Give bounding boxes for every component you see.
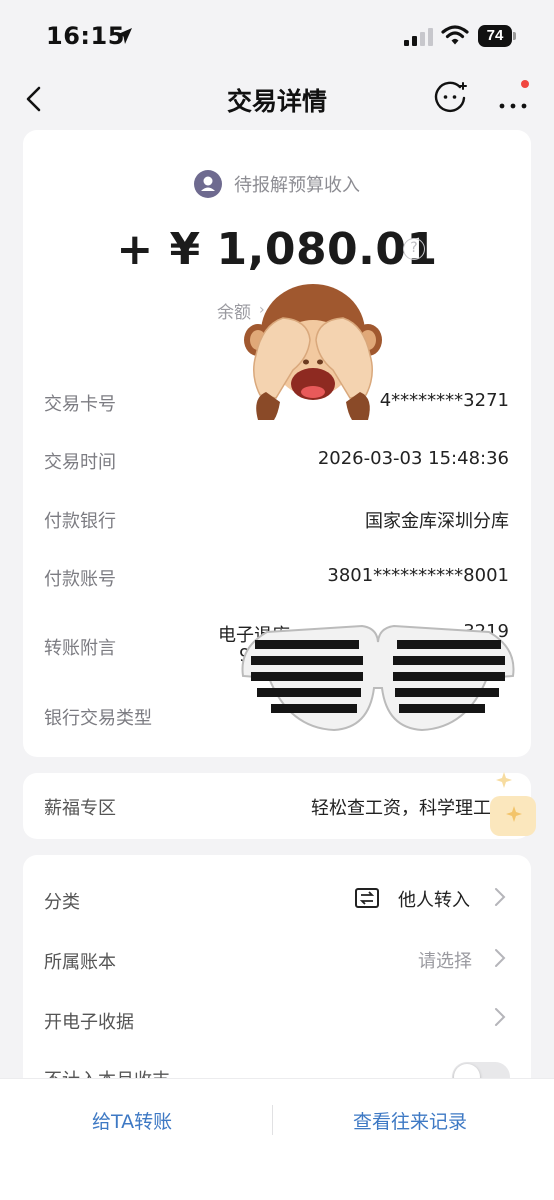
transfer-note-label: 转账附言	[44, 638, 116, 659]
salary-zone-label: 薪福专区	[44, 798, 116, 819]
cellular-signal-icon	[404, 28, 433, 46]
navigation-bar: 交易详情	[0, 70, 554, 128]
card-number-value: 4********3271	[379, 390, 509, 411]
payer-account-label: 付款账号	[44, 569, 116, 590]
battery-level: 74	[478, 25, 512, 47]
status-text: 待报解预算收入	[234, 175, 360, 196]
status-bar: 16:15 74	[0, 0, 554, 70]
notification-dot	[521, 80, 529, 88]
card-number-label: 交易卡号	[44, 394, 116, 415]
person-icon	[201, 176, 215, 191]
transfer-to-payee-button[interactable]: 给TA转账	[92, 1107, 172, 1134]
payer-bank-value: 国家金库深圳分库	[365, 511, 509, 532]
bottom-action-bar: 给TA转账 查看往来记录	[0, 1078, 554, 1200]
view-history-button[interactable]: 查看往来记录	[353, 1107, 467, 1134]
battery-indicator: 74	[478, 25, 516, 47]
bottom-divider	[272, 1105, 273, 1135]
category-value[interactable]: 他人转入	[398, 886, 470, 912]
location-arrow-icon	[116, 28, 132, 44]
transaction-status: 待报解预算收入	[23, 170, 531, 200]
chevron-right-icon	[495, 1008, 506, 1026]
page-title: 交易详情	[226, 87, 327, 116]
salary-zone-card[interactable]: 薪福专区 轻松查工资，科学理工资	[23, 773, 531, 839]
wifi-icon	[441, 25, 469, 45]
payer-avatar	[194, 170, 222, 198]
e-receipt-label[interactable]: 开电子收据	[44, 1008, 134, 1034]
salary-zone-promo[interactable]: 轻松查工资，科学理工资	[311, 794, 509, 820]
ledger-label: 所属账本	[44, 952, 116, 973]
sparkle-decoration-icon	[490, 772, 536, 836]
settings-card: 分类 他人转入 所属账本 请选择 开电子收据 不计入本月收支	[23, 855, 531, 1115]
transaction-card: 待报解预算收入 + ¥ 1,080.01 ? 余额 › 交易卡号 4******…	[23, 130, 531, 757]
payer-bank-label: 付款银行	[44, 511, 116, 532]
transaction-time-label: 交易时间	[44, 452, 116, 473]
more-options-icon[interactable]	[496, 86, 532, 114]
bank-transaction-type-label: 银行交易类型	[44, 708, 152, 729]
chevron-right-icon	[495, 888, 506, 906]
customer-service-face-icon[interactable]	[433, 81, 467, 115]
shutter-shades-icon	[241, 624, 515, 732]
transfer-category-icon	[355, 888, 379, 908]
category-label: 分类	[44, 892, 80, 913]
transaction-detail-screen: 16:15 74 交易详情 待报解预算收入 + ¥ 1,080.01 ? 余额 …	[0, 0, 554, 1200]
amount: + ¥ 1,080.01	[23, 224, 531, 275]
ledger-select[interactable]: 请选择	[418, 947, 472, 973]
help-icon[interactable]: ?	[403, 238, 425, 260]
amount-value: + ¥ 1,080.01	[116, 224, 438, 275]
battery-cap	[513, 32, 516, 40]
see-no-evil-monkey-icon	[244, 284, 382, 420]
transaction-time-value: 2026-03-03 15:48:36	[317, 448, 509, 469]
chevron-right-icon	[495, 949, 506, 967]
payer-account-value: 3801**********8001	[327, 565, 509, 586]
